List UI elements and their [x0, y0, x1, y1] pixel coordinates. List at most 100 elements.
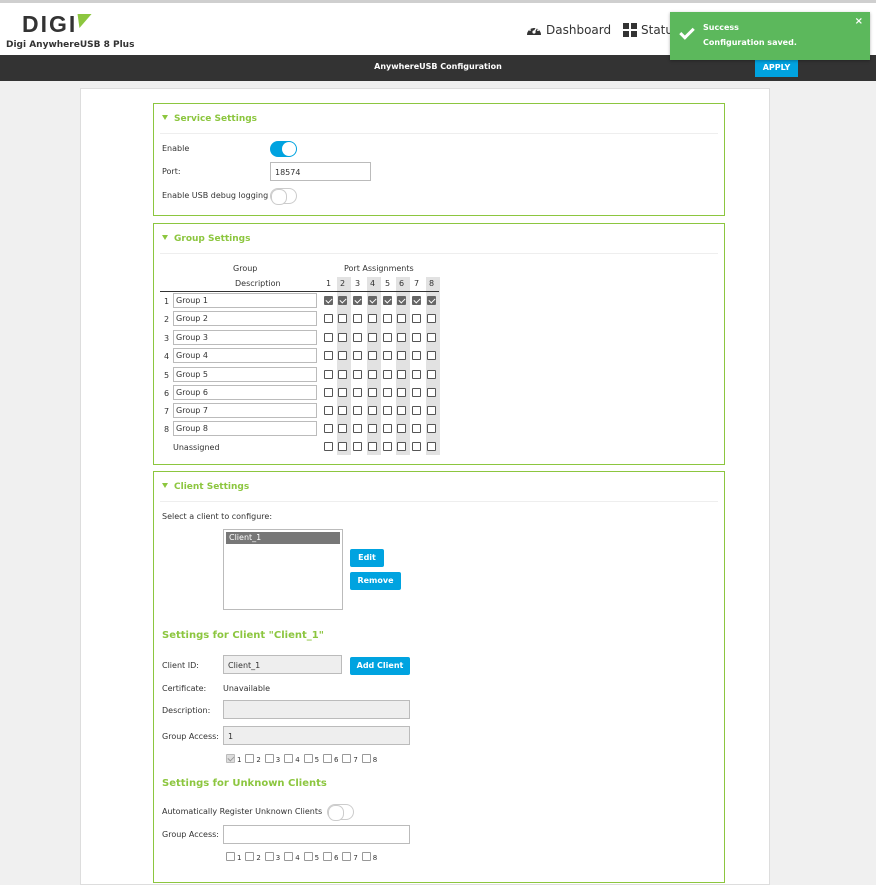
unknown-group-access-checkbox[interactable] [361, 852, 371, 861]
description-input[interactable] [223, 700, 410, 719]
unknown-group-access-checkbox[interactable] [342, 852, 352, 861]
unknown-group-access-checkbox[interactable] [245, 852, 255, 861]
port-assignment-checkbox[interactable] [353, 314, 362, 323]
client-group-access-checkbox[interactable] [226, 754, 235, 763]
port-assignment-checkbox[interactable] [412, 296, 421, 305]
client-list-item[interactable]: Client_1 [226, 532, 340, 544]
port-assignment-checkbox[interactable] [412, 314, 421, 323]
port-assignment-checkbox[interactable] [324, 314, 333, 323]
unassigned-port-checkbox[interactable] [368, 442, 377, 451]
port-assignment-checkbox[interactable] [353, 370, 362, 379]
port-assignment-checkbox[interactable] [397, 314, 406, 323]
client-group-access-checkbox[interactable] [361, 754, 371, 763]
port-assignment-checkbox[interactable] [338, 333, 347, 342]
unknown-group-access-checkbox[interactable] [226, 852, 235, 861]
unknown-group-access-input[interactable] [223, 825, 410, 844]
port-assignment-checkbox[interactable] [427, 314, 436, 323]
unassigned-port-checkbox[interactable] [324, 442, 333, 451]
group-description-input[interactable]: Group 7 [173, 403, 317, 418]
client-group-access-checkbox[interactable] [303, 754, 313, 763]
port-assignment-checkbox[interactable] [353, 406, 362, 415]
port-assignment-checkbox[interactable] [397, 388, 406, 397]
group-access-input[interactable]: 1 [223, 726, 410, 745]
port-assignment-checkbox[interactable] [383, 314, 392, 323]
port-assignment-checkbox[interactable] [368, 296, 377, 305]
group-description-input[interactable]: Group 3 [173, 330, 317, 345]
group-description-input[interactable]: Group 1 [173, 293, 317, 308]
port-assignment-checkbox[interactable] [368, 370, 377, 379]
port-assignment-checkbox[interactable] [353, 351, 362, 360]
port-input[interactable]: 18574 [270, 162, 371, 181]
port-assignment-checkbox[interactable] [383, 370, 392, 379]
group-settings-header[interactable]: Group Settings [162, 234, 250, 244]
debug-logging-toggle[interactable] [270, 188, 297, 205]
client-group-access-checkbox[interactable] [245, 754, 255, 763]
client-group-access-checkbox[interactable] [264, 754, 274, 763]
port-assignment-checkbox[interactable] [338, 406, 347, 415]
unknown-group-access-checkbox[interactable] [284, 852, 294, 861]
group-description-input[interactable]: Group 2 [173, 311, 317, 326]
port-assignment-checkbox[interactable] [353, 424, 362, 433]
unassigned-port-checkbox[interactable] [353, 442, 362, 451]
port-assignment-checkbox[interactable] [368, 406, 377, 415]
port-assignment-checkbox[interactable] [412, 406, 421, 415]
client-group-access-checkbox[interactable] [323, 754, 332, 763]
nav-dashboard[interactable]: Dashboard [526, 23, 611, 37]
group-description-input[interactable]: Group 6 [173, 385, 317, 400]
unassigned-port-checkbox[interactable] [412, 442, 421, 451]
port-assignment-checkbox[interactable] [427, 351, 436, 360]
port-assignment-checkbox[interactable] [427, 370, 436, 379]
group-description-input[interactable]: Group 8 [173, 421, 317, 436]
unassigned-port-checkbox[interactable] [397, 442, 406, 451]
port-assignment-checkbox[interactable] [383, 296, 392, 305]
port-assignment-checkbox[interactable] [427, 406, 436, 415]
unknown-group-access-checkbox[interactable] [264, 852, 274, 861]
port-assignment-checkbox[interactable] [397, 351, 406, 360]
port-assignment-checkbox[interactable] [324, 388, 333, 397]
unassigned-port-checkbox[interactable] [338, 442, 347, 451]
port-assignment-checkbox[interactable] [324, 406, 333, 415]
port-assignment-checkbox[interactable] [353, 333, 362, 342]
port-assignment-checkbox[interactable] [397, 296, 406, 305]
port-assignment-checkbox[interactable] [397, 370, 406, 379]
port-assignment-checkbox[interactable] [338, 388, 347, 397]
port-assignment-checkbox[interactable] [397, 333, 406, 342]
port-assignment-checkbox[interactable] [383, 351, 392, 360]
port-assignment-checkbox[interactable] [338, 370, 347, 379]
port-assignment-checkbox[interactable] [338, 424, 347, 433]
port-assignment-checkbox[interactable] [368, 388, 377, 397]
auto-register-toggle[interactable] [327, 804, 354, 821]
enable-toggle[interactable] [270, 141, 297, 157]
port-assignment-checkbox[interactable] [397, 406, 406, 415]
port-assignment-checkbox[interactable] [412, 333, 421, 342]
port-assignment-checkbox[interactable] [412, 424, 421, 433]
port-assignment-checkbox[interactable] [338, 351, 347, 360]
group-description-input[interactable]: Group 5 [173, 367, 317, 382]
apply-button[interactable]: APPLY [755, 58, 798, 77]
port-assignment-checkbox[interactable] [368, 424, 377, 433]
port-assignment-checkbox[interactable] [383, 406, 392, 415]
client-group-access-checkbox[interactable] [284, 754, 294, 763]
remove-client-button[interactable]: Remove [350, 572, 401, 590]
port-assignment-checkbox[interactable] [324, 296, 333, 305]
port-assignment-checkbox[interactable] [324, 370, 333, 379]
port-assignment-checkbox[interactable] [353, 388, 362, 397]
client-id-input[interactable]: Client_1 [223, 655, 342, 674]
port-assignment-checkbox[interactable] [368, 314, 377, 323]
service-settings-header[interactable]: Service Settings [162, 114, 257, 124]
close-icon[interactable]: × [855, 16, 863, 27]
port-assignment-checkbox[interactable] [353, 296, 362, 305]
unassigned-port-checkbox[interactable] [427, 442, 436, 451]
port-assignment-checkbox[interactable] [368, 333, 377, 342]
port-assignment-checkbox[interactable] [338, 296, 347, 305]
group-description-input[interactable]: Group 4 [173, 348, 317, 363]
port-assignment-checkbox[interactable] [324, 351, 333, 360]
port-assignment-checkbox[interactable] [427, 388, 436, 397]
client-group-access-checkbox[interactable] [342, 754, 352, 763]
port-assignment-checkbox[interactable] [324, 424, 333, 433]
client-settings-header[interactable]: Client Settings [162, 482, 249, 492]
unknown-group-access-checkbox[interactable] [323, 852, 332, 861]
port-assignment-checkbox[interactable] [397, 424, 406, 433]
port-assignment-checkbox[interactable] [412, 388, 421, 397]
port-assignment-checkbox[interactable] [383, 424, 392, 433]
